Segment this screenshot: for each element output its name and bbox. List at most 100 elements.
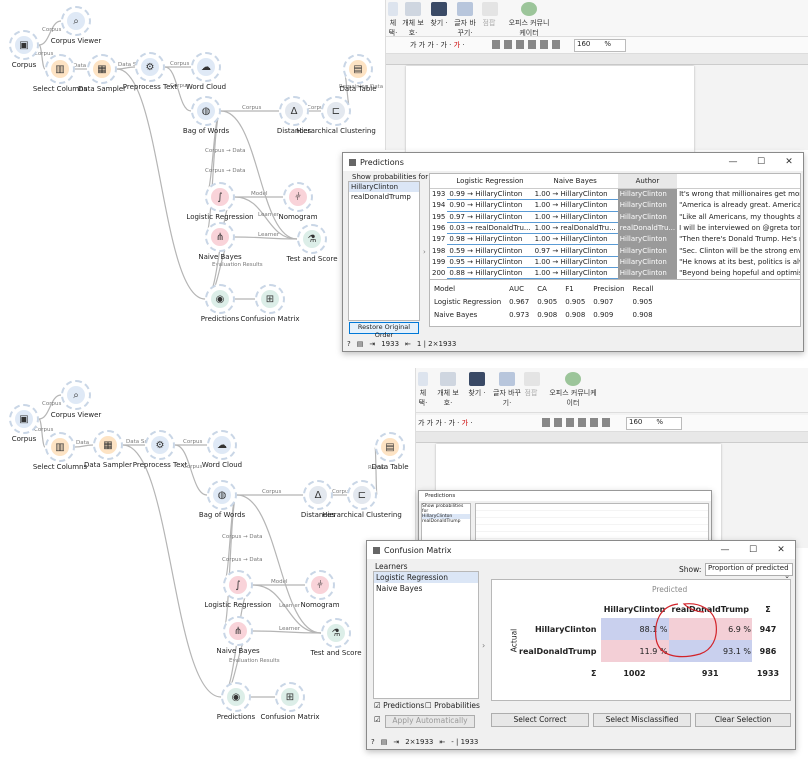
- widget-corpus-viewer[interactable]: ⌕ Corpus Viewer: [51, 380, 101, 419]
- widget-data-table[interactable]: ▤ Data Table: [338, 54, 378, 93]
- widget-logreg[interactable]: ∫ Logistic Regression: [186, 182, 254, 221]
- widget-word-cloud[interactable]: ☁ Word Cloud: [202, 430, 242, 469]
- align-buttons[interactable]: [542, 418, 614, 427]
- table-row[interactable]: 198 0.59 → HillaryClinton 0.97 → HillaryCl…: [430, 244, 800, 257]
- select-button[interactable]: 체 택·: [386, 2, 400, 38]
- widget-label: Corpus Viewer: [50, 37, 102, 45]
- confusion-matrix-window[interactable]: Confusion Matrix — ☐ ✕ Learners Logistic R…: [366, 540, 796, 750]
- report-icon[interactable]: ▤: [381, 738, 388, 746]
- splitter-arrow-icon[interactable]: ›: [423, 248, 426, 256]
- widget-logreg[interactable]: ∫ Logistic Regression: [204, 570, 272, 609]
- column-header[interactable]: [677, 174, 800, 189]
- table-row[interactable]: 200 0.88 → HillaryClinton 1.00 → HillaryCl…: [430, 267, 800, 279]
- splitter-arrow-icon[interactable]: ›: [482, 641, 485, 650]
- object-protect-button[interactable]: 개체 보호·: [402, 2, 424, 38]
- restore-order-button[interactable]: Restore Original Order: [349, 322, 419, 339]
- table-cell: 0.905: [537, 297, 558, 306]
- office-communicator-button[interactable]: 오피스 커뮤니케이터: [548, 372, 598, 408]
- widget-test-score[interactable]: ⚗ Test and Score: [310, 618, 362, 657]
- widget-word-cloud[interactable]: ☁ Word Cloud: [186, 52, 226, 91]
- widget-corpus[interactable]: ▣ Corpus: [4, 30, 44, 69]
- help-icon[interactable]: ?: [347, 340, 351, 348]
- class-item[interactable]: realDonaldTrump: [349, 192, 419, 202]
- widget-naive-bayes[interactable]: ⋔ Naive Bayes: [216, 616, 260, 655]
- select-correct-button[interactable]: Select Correct: [491, 713, 589, 727]
- zoom-field[interactable]: 160%: [626, 417, 682, 430]
- learner-item[interactable]: Logistic Regression: [374, 572, 478, 583]
- table-cell: 0.95 → HillaryClinton: [447, 256, 533, 269]
- widget-corpus-viewer[interactable]: ⌕ Corpus Viewer: [51, 6, 101, 45]
- learner-item[interactable]: Naive Bayes: [374, 583, 478, 594]
- widget-naive-bayes[interactable]: ⋔ Naive Bayes: [198, 222, 242, 261]
- clear-selection-button[interactable]: Clear Selection: [695, 713, 791, 727]
- widget-circle: ◉: [205, 284, 235, 314]
- object-protect-button[interactable]: 개체 보호·: [436, 372, 460, 408]
- jump-button[interactable]: 점팝: [482, 2, 498, 28]
- workflow-canvas-top[interactable]: CorpusCorpusDataData SampleCorpusCorpusC…: [0, 0, 385, 365]
- find-button[interactable]: 찾기 ·: [430, 2, 448, 28]
- column-header[interactable]: Logistic Regression: [447, 174, 533, 189]
- widget-hier-clust[interactable]: ⊏ Hierarchical Clustering: [296, 96, 376, 135]
- metrics-row[interactable]: Logistic Regression 0.967 0.905 0.905 0.907 0…: [430, 295, 657, 308]
- table-row[interactable]: 197 0.98 → HillaryClinton 1.00 → HillaryCl…: [430, 233, 800, 246]
- widget-test-score[interactable]: ⚗ Test and Score: [286, 224, 338, 263]
- select-misclassified-button[interactable]: Select Misclassified: [593, 713, 691, 727]
- zoom-field[interactable]: 160%: [574, 39, 626, 52]
- ribbon-top: 체 택· 개체 보호· 찾기 · 글자 바꾸기· 점팝 오피스 커뮤니케이터: [386, 0, 808, 37]
- widget-data-table[interactable]: ▤ Data Table: [370, 432, 410, 471]
- widget-confusion-matrix[interactable]: ⊞ Confusion Matrix: [240, 284, 300, 323]
- table-row[interactable]: 194 0.90 → HillaryClinton 1.00 → HillaryCl…: [430, 199, 800, 212]
- font-size-buttons[interactable]: 가 가 가 · 가 · 가 ·: [418, 418, 472, 428]
- maximize-icon[interactable]: ☐: [739, 545, 767, 555]
- widget-hier-clust[interactable]: ⊏ Hierarchical Clustering: [322, 480, 402, 519]
- show-dropdown[interactable]: Proportion of predicted ⌄: [705, 563, 793, 580]
- minimize-icon[interactable]: —: [719, 157, 747, 167]
- output-icon: ⇤: [439, 738, 446, 746]
- class-list: HillaryClinton realDonaldTrump: [348, 181, 420, 321]
- widget-bag-of-words[interactable]: ◍ Bag of Words: [183, 96, 229, 135]
- apply-button[interactable]: Apply Automatically: [385, 715, 475, 728]
- probabilities-checkbox[interactable]: ☐ Probabilities: [425, 701, 480, 710]
- bayes-icon: ⋔: [229, 622, 247, 640]
- apply-automatically-checkbox[interactable]: ☑: [374, 715, 381, 724]
- predictions-checkbox[interactable]: ☑ Predictions: [374, 701, 424, 710]
- metrics-row[interactable]: Naive Bayes 0.973 0.908 0.908 0.909 0.908: [430, 308, 657, 321]
- widget-nomogram[interactable]: ⫩ Nomogram: [278, 182, 318, 221]
- widget-circle: Δ: [303, 480, 333, 510]
- widget-confusion-matrix[interactable]: ⊞ Confusion Matrix: [260, 682, 320, 721]
- minimize-icon[interactable]: —: [711, 545, 739, 555]
- replace-button[interactable]: 글자 바꾸기·: [492, 372, 522, 408]
- close-icon[interactable]: ✕: [775, 157, 803, 167]
- widget-bag-of-words[interactable]: ◍ Bag of Words: [199, 480, 245, 519]
- workflow-canvas-bottom[interactable]: Corpus Corpus Data Data Sample Corpus Corpus C…: [0, 378, 409, 768]
- mini-class-1[interactable]: realDonaldTrump: [422, 519, 470, 524]
- table-row[interactable]: 195 0.97 → HillaryClinton 1.00 → HillaryCl…: [430, 211, 800, 223]
- widget-corpus[interactable]: ▣ Corpus: [4, 404, 44, 443]
- close-icon[interactable]: ✕: [767, 545, 795, 555]
- font-size-buttons[interactable]: 가 가 가 · 가 · 가 ·: [410, 40, 464, 50]
- column-header[interactable]: Author: [617, 174, 678, 189]
- column-header: Σ: [765, 604, 771, 614]
- matrix-icon: ⊞: [261, 290, 279, 308]
- replace-button[interactable]: 글자 바꾸기·: [452, 2, 478, 38]
- column-header[interactable]: Naive Bayes: [532, 174, 618, 189]
- metrics-table: Model AUC CA F1 Precision Recall Logistic Regr…: [430, 282, 657, 321]
- table-row[interactable]: 196 0.03 → realDonaldTru... 1.00 → realDon…: [430, 222, 800, 235]
- office-communicator-button[interactable]: 오피스 커뮤니케이터: [506, 2, 552, 38]
- widget-nomogram[interactable]: ⫩ Nomogram: [300, 570, 340, 609]
- find-button[interactable]: 찾기 ·: [468, 372, 486, 398]
- maximize-icon[interactable]: ☐: [747, 157, 775, 167]
- table-cell: 0.97 → HillaryClinton: [532, 244, 618, 257]
- table-row[interactable]: 199 0.95 → HillaryClinton 1.00 → HillaryCl…: [430, 256, 800, 269]
- report-icon[interactable]: ▤: [357, 340, 364, 348]
- widget-circle: Δ: [279, 96, 309, 126]
- class-item[interactable]: HillaryClinton: [349, 182, 419, 192]
- select-button[interactable]: 체 택·: [416, 372, 430, 408]
- table-row[interactable]: 193 0.99 → HillaryClinton 1.00 → HillaryCl…: [430, 188, 800, 201]
- align-buttons[interactable]: [492, 40, 562, 49]
- jump-button[interactable]: 점팝: [524, 372, 540, 398]
- help-icon[interactable]: ?: [371, 738, 375, 746]
- column-header[interactable]: [430, 174, 448, 189]
- jump-icon: [482, 2, 498, 16]
- predictions-window[interactable]: Predictions — ☐ ✕ Show probabilities for H…: [342, 152, 804, 352]
